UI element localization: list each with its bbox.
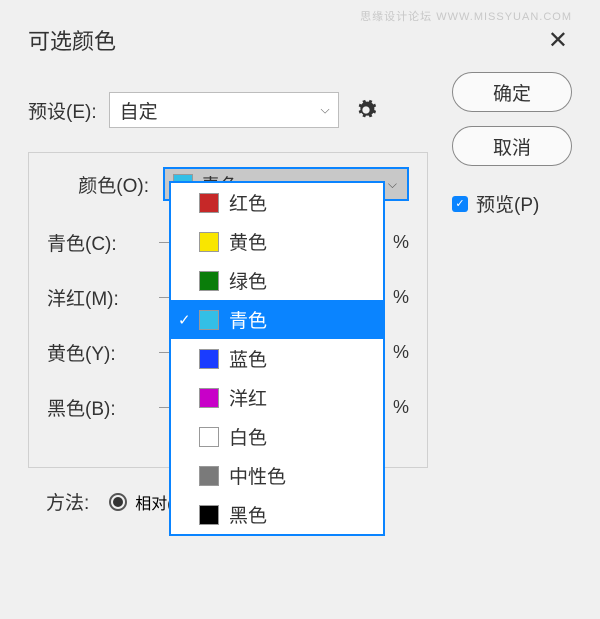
color-label: 颜色(O): [47, 171, 149, 198]
dropdown-item[interactable]: 白色 [171, 417, 383, 456]
dropdown-item-label: 洋红 [229, 384, 267, 411]
dropdown-item-label: 中性色 [229, 462, 286, 489]
cancel-button[interactable]: 取消 [452, 126, 572, 166]
watermark-text: 思缘设计论坛 WWW.MISSYUAN.COM [360, 8, 572, 24]
dropdown-item-label: 绿色 [229, 267, 267, 294]
dropdown-item-label: 青色 [229, 306, 267, 333]
dropdown-item-label: 黑色 [229, 501, 267, 528]
cyan-label: 青色(C): [47, 229, 149, 256]
dropdown-item[interactable]: 绿色 [171, 261, 383, 300]
check-icon: ✓ [178, 311, 191, 329]
chevron-down-icon: ⌵ [321, 103, 330, 118]
dropdown-item[interactable]: 红色 [171, 183, 383, 222]
relative-radio[interactable] [109, 493, 127, 511]
percent-symbol: % [391, 232, 409, 253]
yellow-label: 黄色(Y): [47, 339, 149, 366]
dropdown-item[interactable]: 黄色 [171, 222, 383, 261]
close-icon[interactable]: ✕ [544, 26, 572, 55]
color-swatch [199, 427, 219, 447]
color-swatch [199, 232, 219, 252]
dropdown-item-label: 红色 [229, 189, 267, 216]
color-swatch [199, 271, 219, 291]
dropdown-item[interactable]: 中性色 [171, 456, 383, 495]
preset-label: 预设(E): [28, 97, 97, 124]
dropdown-item-label: 黄色 [229, 228, 267, 255]
color-swatch [199, 505, 219, 525]
preset-value: 自定 [120, 97, 158, 124]
gear-icon[interactable] [355, 99, 377, 121]
preview-label: 预览(P) [476, 190, 539, 217]
method-label: 方法: [46, 488, 89, 515]
preset-select[interactable]: 自定 ⌵ [109, 92, 339, 128]
percent-symbol: % [391, 342, 409, 363]
percent-symbol: % [391, 287, 409, 308]
color-swatch [199, 193, 219, 213]
dropdown-item-label: 白色 [229, 423, 267, 450]
preview-checkbox[interactable]: ✓ [452, 196, 468, 212]
dropdown-item[interactable]: ✓ 青色 [171, 300, 383, 339]
dropdown-item-label: 蓝色 [229, 345, 267, 372]
black-label: 黑色(B): [47, 394, 149, 421]
percent-symbol: % [391, 397, 409, 418]
magenta-label: 洋红(M): [47, 284, 149, 311]
color-dropdown: 红色黄色绿色 ✓ 青色蓝色洋红白色中性色黑色 [169, 181, 385, 536]
color-swatch [199, 310, 219, 330]
ok-button[interactable]: 确定 [452, 72, 572, 112]
dropdown-item[interactable]: 蓝色 [171, 339, 383, 378]
color-swatch [199, 349, 219, 369]
chevron-down-icon: ⌵ [388, 177, 397, 192]
dialog-title: 可选颜色 [28, 24, 116, 56]
color-swatch [199, 388, 219, 408]
color-swatch [199, 466, 219, 486]
dropdown-item[interactable]: 洋红 [171, 378, 383, 417]
dropdown-item[interactable]: 黑色 [171, 495, 383, 534]
